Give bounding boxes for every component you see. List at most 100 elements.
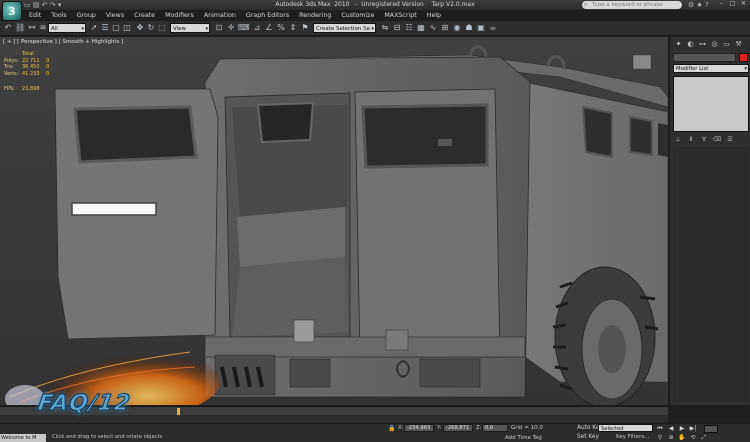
zoom-all-icon[interactable]: ⊕ (666, 434, 676, 442)
close-icon[interactable]: ✕ (739, 0, 748, 8)
undo-icon[interactable]: ↶ (3, 23, 13, 33)
snaps-toggle-icon[interactable]: ⊿ (252, 23, 262, 33)
display-tab-icon[interactable]: ▭ (722, 40, 731, 49)
search-placeholder: Type a keyword or phrase (592, 2, 663, 8)
perspective-viewport[interactable]: [ + ] [ Perspective ] [ Smooth + Highlig… (0, 37, 668, 405)
object-color-swatch[interactable] (739, 53, 748, 62)
maximize-icon[interactable]: □ (728, 0, 737, 8)
next-frame-icon[interactable]: ▶| (688, 425, 698, 433)
menu-edit[interactable]: Edit (24, 11, 46, 20)
reference-coordinate-dropdown[interactable]: View ▾ (170, 23, 210, 33)
current-frame-field[interactable] (704, 425, 718, 433)
track-bar[interactable] (0, 415, 668, 423)
object-name-field[interactable] (673, 53, 736, 62)
previous-frame-icon[interactable]: ◀ (666, 425, 676, 433)
pivot-center-icon[interactable]: ⊡ (214, 23, 224, 33)
go-to-start-icon[interactable]: ⏮ (655, 425, 665, 433)
bind-space-warp-icon[interactable]: ≋ (38, 23, 48, 33)
set-key-button[interactable]: Set Key (577, 434, 599, 440)
time-slider-thumb[interactable] (177, 408, 180, 415)
z-coordinate-field[interactable]: 0,0 (482, 424, 508, 432)
menu-maxscript[interactable]: MAXScript (379, 11, 421, 20)
schematic-view-icon[interactable]: ⊞ (440, 23, 450, 33)
rectangular-region-icon[interactable]: ▢ (111, 23, 121, 33)
play-icon[interactable]: ▶ (677, 425, 687, 433)
curve-editor-icon[interactable]: ∿ (428, 23, 438, 33)
menu-create[interactable]: Create (129, 11, 160, 20)
menu-customize[interactable]: Customize (336, 11, 379, 20)
playback-controls: ⏮ ◀ ▶ ▶| (655, 425, 698, 433)
key-filters-button[interactable]: Key Filters... (616, 434, 649, 440)
y-coordinate-field[interactable]: -268,871 (443, 424, 473, 432)
orbit-icon[interactable]: ⟲ (688, 434, 698, 442)
selection-filter-dropdown[interactable]: All ▾ (48, 23, 86, 33)
menu-modifiers[interactable]: Modifiers (160, 11, 199, 20)
select-object-icon[interactable]: ➚ (89, 23, 99, 33)
render-production-icon[interactable]: ☕ (488, 23, 498, 33)
status-bar: Welcome to M Click and drag to select an… (0, 423, 750, 442)
selection-filter-value: All (51, 26, 58, 32)
stats-row: Verts: 41 233 0 (4, 71, 56, 78)
hierarchy-tab-icon[interactable]: ⊶ (698, 40, 707, 49)
rotate-icon[interactable]: ↻ (146, 23, 156, 33)
key-mode-dropdown[interactable]: Selected (598, 424, 653, 432)
motion-tab-icon[interactable]: ◎ (710, 40, 719, 49)
graphite-toggle-icon[interactable]: ▦ (416, 23, 426, 33)
material-editor-icon[interactable]: ◉ (452, 23, 462, 33)
modify-tab-icon[interactable]: ◐ (686, 40, 695, 49)
keyboard-shortcut-icon[interactable]: ⌨ (238, 23, 250, 33)
scale-icon[interactable]: ⬚ (157, 23, 167, 33)
search-input[interactable]: ⌕ Type a keyword or phrase (582, 1, 682, 9)
menu-help[interactable]: Help (422, 11, 446, 20)
menu-animation[interactable]: Animation (199, 11, 241, 20)
stats-selected: 0 (46, 70, 50, 77)
x-coordinate-field[interactable]: -234,963 (404, 424, 434, 432)
add-time-tag-button[interactable]: Add Time Tag (505, 435, 542, 441)
modifier-list-dropdown[interactable]: Modifier List ▾ (673, 64, 749, 73)
quick-access-icons[interactable]: ▭ ▤ ↶ ↷ ▾ (24, 1, 61, 9)
select-by-name-icon[interactable]: ☰ (100, 23, 110, 33)
show-end-result-icon[interactable]: Ⅱ (686, 135, 696, 144)
menu-group[interactable]: Group (72, 11, 101, 20)
render-setup-icon[interactable]: ☗ (464, 23, 474, 33)
link-icon[interactable]: ⛓ (15, 23, 25, 33)
edit-named-selection-icon[interactable]: ⚑ (300, 23, 310, 33)
pan-icon[interactable]: ✋ (677, 434, 687, 442)
maxscript-listener[interactable]: Welcome to M (0, 434, 46, 442)
window-crossing-icon[interactable]: ◫ (122, 23, 132, 33)
menu-tools[interactable]: Tools (46, 11, 72, 20)
prompt-line: Click and drag to select and rotate obje… (52, 434, 163, 440)
pin-stack-icon[interactable]: ⊥ (673, 135, 683, 144)
rendered-frame-icon[interactable]: ▣ (476, 23, 486, 33)
mirror-icon[interactable]: ⇋ (380, 23, 390, 33)
command-panel-tabs: ✦ ◐ ⊶ ◎ ▭ ⚒ (674, 40, 743, 49)
make-unique-icon[interactable]: ∀ (699, 135, 709, 144)
maximize-viewport-icon[interactable]: ⤢ (699, 434, 709, 442)
utilities-tab-icon[interactable]: ⚒ (734, 40, 743, 49)
modifier-stack[interactable] (673, 76, 749, 132)
named-selection-dropdown[interactable]: Create Selection Se ▾ (313, 23, 376, 33)
remove-modifier-icon[interactable]: ⌫ (712, 135, 722, 144)
selection-lock-icon[interactable]: 🔒 (388, 425, 395, 432)
minimize-icon[interactable]: – (717, 0, 726, 8)
menu-rendering[interactable]: Rendering (294, 11, 336, 20)
help-icons[interactable]: ⚙ ★ ? (688, 1, 709, 9)
layer-manager-icon[interactable]: ☷ (404, 23, 414, 33)
chevron-down-icon: ▾ (205, 26, 208, 32)
reference-coord-value: View (173, 26, 187, 32)
spinner-snap-icon[interactable]: ⇕ (288, 23, 298, 33)
menu-graph-editors[interactable]: Graph Editors (241, 11, 294, 20)
move-icon[interactable]: ✥ (135, 23, 145, 33)
configure-sets-icon[interactable]: ☰ (725, 135, 735, 144)
menu-views[interactable]: Views (101, 11, 129, 20)
create-tab-icon[interactable]: ✦ (674, 40, 683, 49)
angle-snap-icon[interactable]: ∠ (264, 23, 274, 33)
app-logo-button[interactable]: 3 (2, 1, 22, 21)
zoom-icon[interactable]: ⚲ (655, 434, 665, 442)
percent-snap-icon[interactable]: % (276, 23, 286, 33)
app-logo-letter: 3 (8, 5, 16, 18)
align-icon[interactable]: ⊟ (392, 23, 402, 33)
viewport-label[interactable]: [ + ] [ Perspective ] [ Smooth + Highlig… (3, 39, 123, 45)
unlink-icon[interactable]: ⚯ (27, 23, 37, 33)
select-manipulate-icon[interactable]: ✛ (226, 23, 236, 33)
